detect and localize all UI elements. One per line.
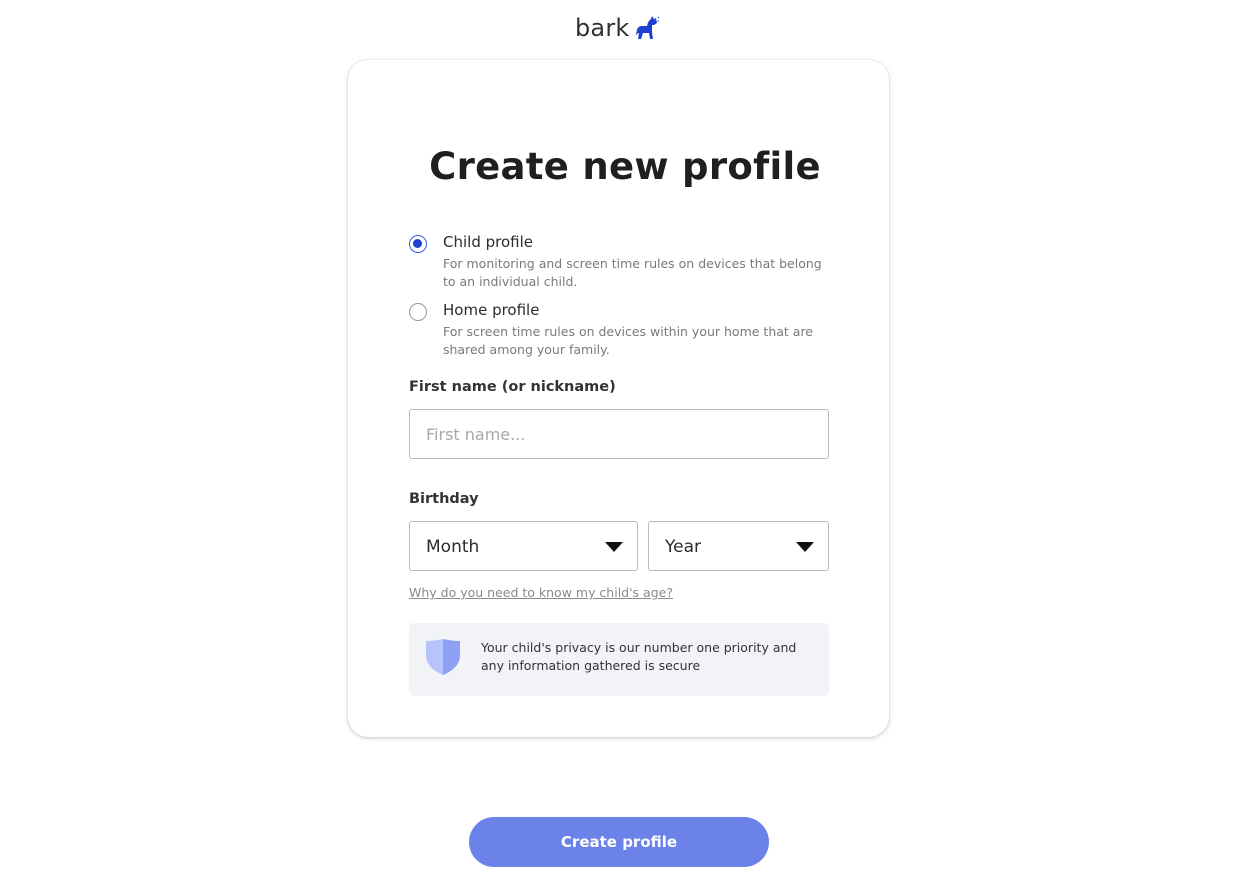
home-profile-description: For screen time rules on devices within … (443, 324, 813, 357)
child-profile-description: For monitoring and screen time rules on … (443, 256, 822, 289)
create-profile-button[interactable]: Create profile (469, 817, 769, 867)
dog-icon (634, 16, 659, 39)
year-select[interactable]: Year (648, 521, 829, 571)
privacy-text: Your child's privacy is our number one p… (481, 640, 797, 673)
first-name-label: First name (or nickname) (409, 379, 616, 395)
page-title: Create new profile (429, 145, 821, 188)
chevron-down-icon (796, 542, 814, 552)
bark-logo[interactable]: bark (575, 14, 660, 42)
first-name-input[interactable] (409, 409, 829, 459)
home-profile-radio[interactable] (409, 303, 427, 321)
month-select-value: Month (426, 537, 480, 557)
birthday-label: Birthday (409, 491, 479, 507)
logo-wordmark: bark (575, 14, 630, 42)
home-profile-label: Home profile (443, 301, 540, 319)
chevron-down-icon (605, 542, 623, 552)
child-profile-radio[interactable] (409, 235, 427, 253)
why-age-link[interactable]: Why do you need to know my child's age? (409, 585, 673, 600)
month-select[interactable]: Month (409, 521, 638, 571)
privacy-notice: Your child's privacy is our number one p… (409, 623, 829, 696)
child-profile-label: Child profile (443, 233, 533, 251)
shield-icon (426, 639, 460, 675)
year-select-value: Year (665, 537, 701, 557)
